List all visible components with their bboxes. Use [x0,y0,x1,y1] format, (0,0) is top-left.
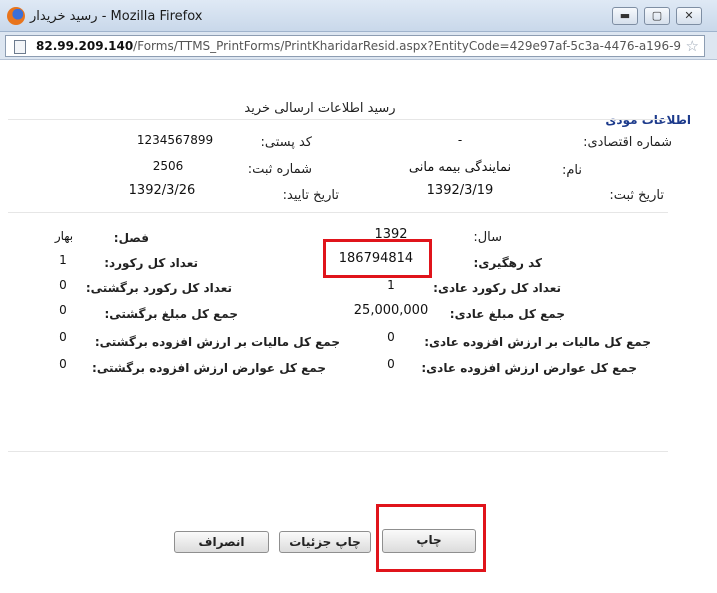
print-button-highlight [376,504,486,572]
maximize-button[interactable]: ▢ [644,7,670,25]
cancel-button[interactable]: انصراف [174,531,269,553]
page-icon [14,40,26,54]
returned-vat-value: 0 [59,330,67,344]
reg-number-label: شماره ثبت: [247,162,312,177]
returned-records-value: 0 [59,278,67,292]
season-label: فصل: [113,231,149,245]
reg-date-value: 1392/3/19 [426,183,494,198]
returned-records-label: تعداد کل رکورد برگشتی: [85,281,232,295]
receipt-title: رسید اطلاعات ارسالی خرید [244,101,396,116]
minimize-button[interactable]: ▬ [612,7,638,25]
close-button[interactable]: ✕ [676,7,702,25]
normal-duties-label: جمع کل عوارض ارزش افزوده عادی: [421,361,637,375]
postal-code-label: کد پستی: [260,135,313,150]
returned-vat-label: جمع کل مالیات بر ارزش افزوده برگشتی: [94,335,340,349]
print-details-button[interactable]: چاپ جزئیات [279,531,371,553]
returned-amount-value: 0 [59,303,67,317]
section-heading: اطلاعات مودی [605,113,691,127]
tracking-code-highlight [323,239,432,278]
normal-amount-label: جمع کل مبلغ عادی: [449,307,565,321]
window-title: رسید خریدار - Mozilla Firefox [30,9,203,24]
name-label: نام: [561,163,582,178]
reg-date-label: تاریخ ثبت: [609,188,664,203]
normal-records-value: 1 [387,278,395,292]
url-field[interactable]: 82.99.209.140/Forms/TTMS_PrintForms/Prin… [5,35,705,57]
window-title-bar[interactable]: رسید خریدار - Mozilla Firefox ▬ ▢ ✕ [0,0,717,32]
returned-duties-value: 0 [59,357,67,371]
normal-records-label: تعداد کل رکورد عادی: [433,281,561,295]
bookmark-star-icon[interactable]: ☆ [686,37,699,55]
url-host: 82.99.209.140 [36,39,134,53]
confirm-date-label: تاریخ تایید: [282,188,339,203]
total-records-value: 1 [59,253,67,267]
returned-duties-label: جمع کل عوارض ارزش افزوده برگشتی: [92,361,326,375]
normal-amount-value: 25,000,000 [353,303,429,318]
total-records-label: تعداد کل رکورد: [104,256,198,270]
postal-code-value: 1234567899 [136,133,214,147]
confirm-date-value: 1392/3/26 [128,183,196,198]
address-bar: 82.99.209.140/Forms/TTMS_PrintForms/Prin… [0,32,717,60]
reg-number-value: 2506 [152,159,184,173]
divider [8,451,668,452]
economic-code-value: - [457,133,463,147]
economic-code-label: شماره اقتصادی: [583,135,672,150]
normal-vat-label: جمع کل مالیات بر ارزش افزوده عادی: [424,335,651,349]
tracking-code-label: کد رهگیری: [473,256,542,270]
firefox-icon [7,7,25,25]
name-value: نمایندگی بیمه مانی [408,160,512,175]
normal-vat-value: 0 [387,330,395,344]
divider [8,119,668,120]
season-value: بهار [54,229,74,243]
page-content: رسید اطلاعات ارسالی خرید اطلاعات مودی شم… [0,61,717,593]
divider [8,212,668,213]
url-path: /Forms/TTMS_PrintForms/PrintKharidarResi… [133,39,681,53]
year-label: سال: [473,230,502,245]
returned-amount-label: جمع کل مبلغ برگشتی: [104,307,238,321]
url-text[interactable]: 82.99.209.140/Forms/TTMS_PrintForms/Prin… [36,39,681,53]
normal-duties-value: 0 [387,357,395,371]
